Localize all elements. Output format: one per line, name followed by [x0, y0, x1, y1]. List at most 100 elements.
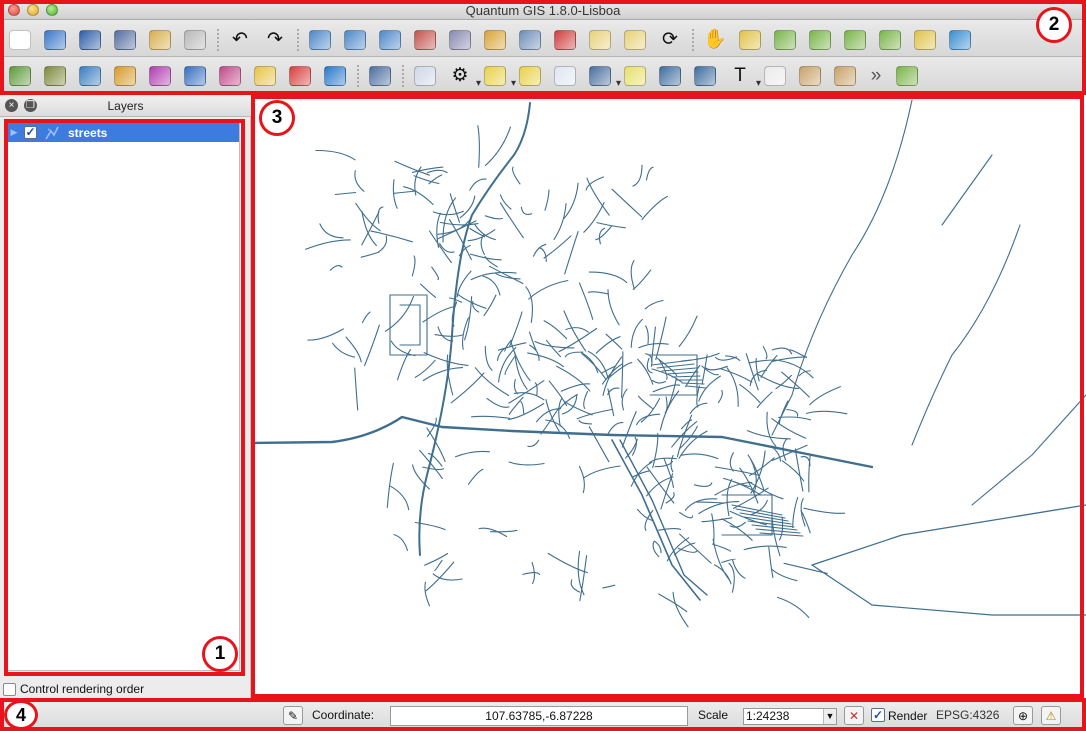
street-segment	[319, 223, 344, 239]
identify-features-button[interactable]	[411, 63, 439, 89]
crs-status[interactable]: EPSG:4326	[936, 708, 999, 722]
redo-button[interactable]: ↷	[261, 27, 289, 53]
layer-visibility-checkbox[interactable]: ✓	[24, 126, 37, 139]
callout-2: 2	[1036, 7, 1072, 43]
merge-features-button[interactable]	[586, 27, 614, 53]
new-project-button[interactable]	[6, 27, 34, 53]
merge-attributes-button[interactable]	[621, 27, 649, 53]
add-spatialite-layer-button[interactable]	[111, 63, 139, 89]
add-postgis-layer-button[interactable]	[76, 63, 104, 89]
show-bookmarks-button[interactable]	[691, 63, 719, 89]
run-action-button[interactable]: ⚙	[446, 63, 481, 90]
street-segment	[399, 304, 421, 346]
remove-layer-button[interactable]	[286, 63, 314, 89]
new-bookmark-button[interactable]	[656, 63, 684, 89]
render-checkbox[interactable]: ✓	[871, 708, 885, 722]
street-segment	[646, 476, 674, 497]
layer-item-streets[interactable]: ▶ ✓ streets	[7, 123, 239, 142]
delete-part-button[interactable]	[446, 27, 474, 53]
layers-tree[interactable]: ▶ ✓ streets	[5, 121, 240, 671]
node-tool-button[interactable]	[481, 27, 509, 53]
rotate-point-symbols-button[interactable]: ⟳	[656, 27, 684, 53]
messages-warning-icon[interactable]: ⚠	[1041, 706, 1061, 725]
stop-render-icon[interactable]: ✕	[844, 706, 864, 725]
status-bar: ✎ Coordinate: 107.63785,-6.87228 Scale 1…	[0, 700, 1086, 731]
save-as-button[interactable]	[111, 27, 139, 53]
add-part-button[interactable]	[376, 27, 404, 53]
chevron-down-icon[interactable]: ▼	[823, 709, 836, 724]
map-canvas[interactable]	[252, 95, 1086, 700]
new-shapefile-button[interactable]	[251, 63, 279, 89]
map-tips-button[interactable]	[621, 63, 649, 89]
street-segment	[684, 498, 718, 511]
attribute-table-button[interactable]	[551, 63, 579, 89]
new-print-composer-button[interactable]	[146, 27, 174, 53]
zoom-full-button[interactable]	[841, 27, 869, 53]
street-segment	[696, 501, 724, 504]
more-button[interactable]: »	[866, 63, 886, 89]
street-segment	[544, 189, 550, 211]
pan-to-selection-button[interactable]	[736, 27, 764, 53]
street-segment	[390, 340, 416, 357]
zoom-in-button[interactable]	[771, 27, 799, 53]
text-annotation-icon: T	[734, 65, 746, 86]
split-features-button[interactable]	[516, 27, 544, 53]
undo-button[interactable]: ↶	[226, 27, 254, 53]
street-segment	[760, 354, 778, 378]
add-mssql-layer-button[interactable]	[146, 63, 174, 89]
rotate-label-button[interactable]	[831, 63, 859, 89]
coordinate-field[interactable]: 107.63785,-6.87228	[390, 706, 688, 726]
street-segment	[652, 384, 681, 393]
street-segment	[771, 347, 793, 355]
add-wms-layer-icon	[184, 66, 206, 86]
street-segment	[508, 403, 545, 420]
attribute-table-icon	[554, 66, 576, 86]
callout-1: 1	[202, 636, 238, 672]
plugin-button[interactable]	[893, 63, 921, 89]
street-segment	[456, 270, 472, 298]
scale-combobox[interactable]: 1:24238 ▼	[743, 708, 837, 725]
zoom-out-icon	[809, 30, 831, 50]
projection-icon[interactable]: ⊕	[1013, 706, 1033, 725]
street-segment	[800, 456, 811, 467]
add-raster-layer-button[interactable]	[41, 63, 69, 89]
zoom-to-selection-button[interactable]	[876, 27, 904, 53]
control-rendering-order-checkbox[interactable]	[3, 682, 16, 696]
street-segment	[424, 581, 431, 607]
database-button[interactable]	[366, 63, 394, 89]
measure-line-button[interactable]	[586, 63, 621, 89]
street-segment	[630, 260, 635, 290]
delete-ring-button[interactable]	[411, 27, 439, 53]
street-segment	[778, 416, 812, 421]
street-segment	[510, 340, 531, 382]
pan-button[interactable]: ✋	[701, 27, 729, 53]
print-button[interactable]	[181, 27, 209, 53]
select-features-icon	[484, 66, 506, 86]
scale-value: 1:24238	[746, 709, 790, 723]
text-annotation-button[interactable]: T	[726, 63, 761, 90]
toggle-extents-icon[interactable]: ✎	[283, 706, 303, 725]
zoom-last-button[interactable]	[946, 27, 974, 53]
add-wms-layer-button[interactable]	[181, 63, 209, 89]
zoom-to-layer-button[interactable]	[911, 27, 939, 53]
select-features-button[interactable]	[481, 63, 516, 89]
save-project-button[interactable]	[76, 27, 104, 53]
open-project-button[interactable]	[41, 27, 69, 53]
add-wcs-layer-button[interactable]	[216, 63, 244, 89]
street-segment	[436, 212, 441, 248]
save-project-icon	[79, 30, 101, 50]
control-rendering-order[interactable]: Control rendering order	[3, 682, 144, 696]
layers-panel-title: Layers	[107, 99, 144, 113]
add-ring-button[interactable]	[341, 27, 369, 53]
street-network	[252, 99, 1086, 628]
move-label-button[interactable]	[796, 63, 824, 89]
add-feature-button[interactable]	[306, 27, 334, 53]
label-button[interactable]	[761, 63, 789, 89]
deselect-button[interactable]	[516, 63, 544, 89]
add-delimited-text-button[interactable]	[321, 63, 349, 89]
expand-arrow-icon[interactable]: ▶	[7, 127, 21, 138]
reshape-button[interactable]	[551, 27, 579, 53]
street-segment	[307, 328, 344, 341]
add-vector-layer-button[interactable]	[6, 63, 34, 89]
zoom-out-button[interactable]	[806, 27, 834, 53]
